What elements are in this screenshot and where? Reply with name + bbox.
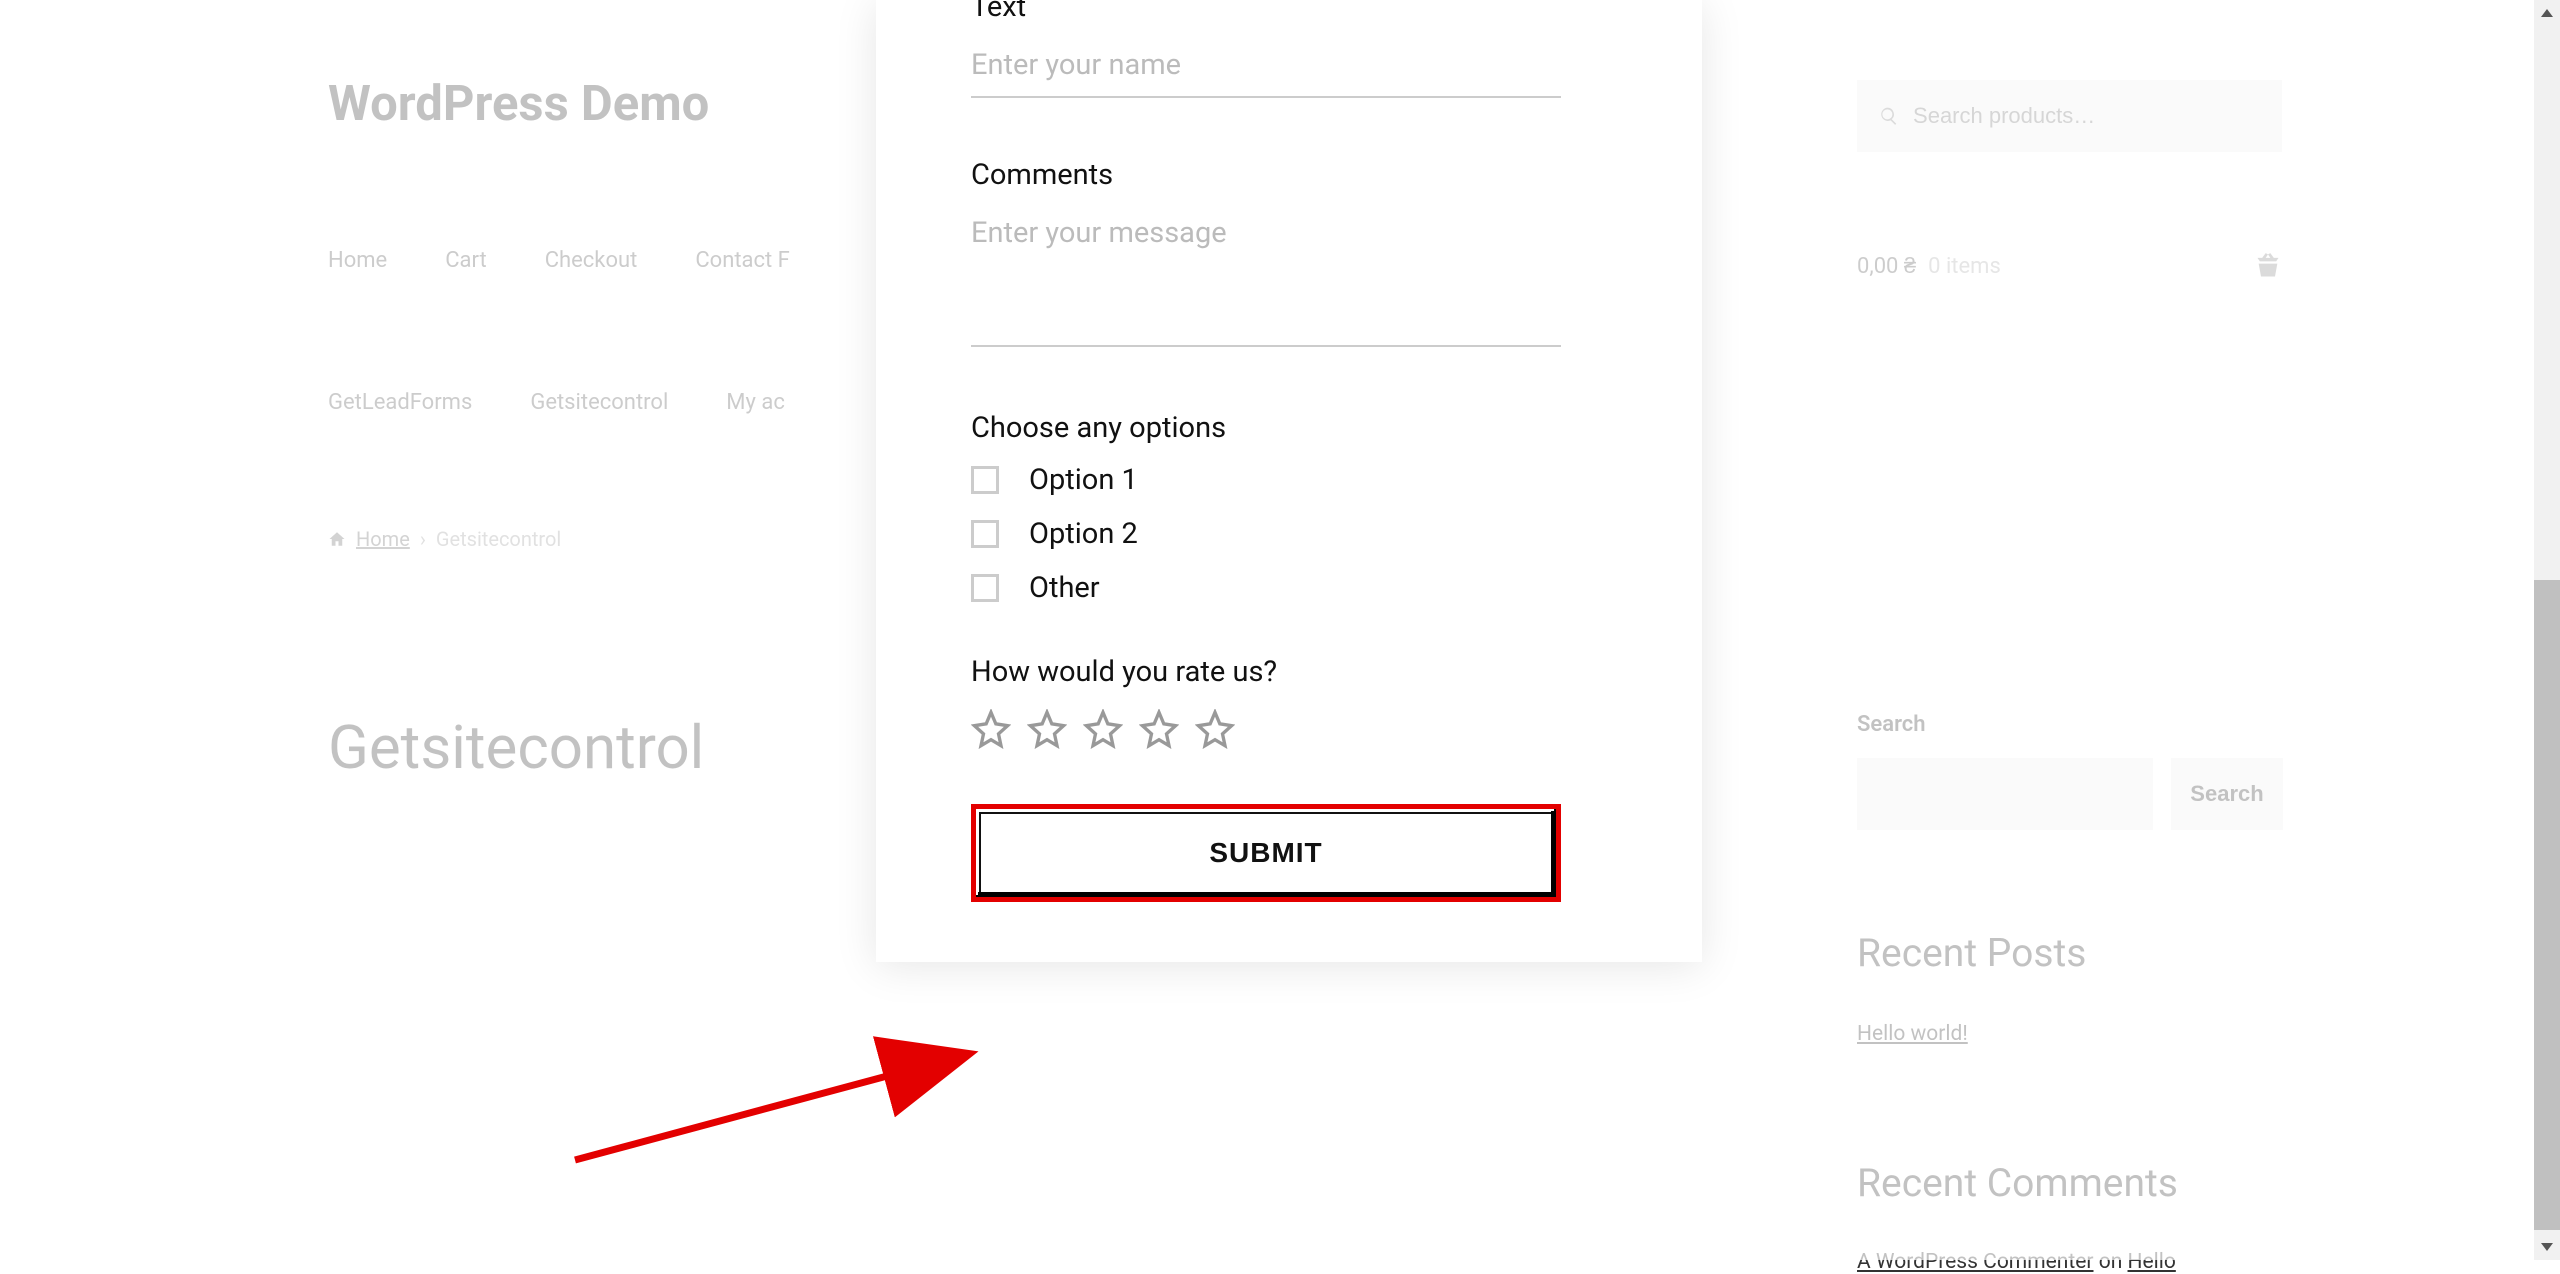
form-modal: Text Comments Choose any options Option … <box>876 0 1702 962</box>
star-icon[interactable] <box>1027 709 1067 749</box>
option-2-label: Option 2 <box>1029 517 1138 551</box>
checkbox-icon <box>971 574 999 602</box>
cart-price: 0,00 ₴ <box>1857 253 1916 279</box>
rating-stars <box>971 709 1607 749</box>
sidebar-search-label: Search <box>1857 712 1926 737</box>
star-icon[interactable] <box>1083 709 1123 749</box>
search-products-input[interactable] <box>1913 103 2260 129</box>
option-1-row[interactable]: Option 1 <box>971 463 1607 497</box>
nav-contact[interactable]: Contact F <box>695 248 790 273</box>
home-icon <box>328 530 346 548</box>
options-label: Choose any options <box>971 411 1607 445</box>
basket-icon <box>2254 252 2282 280</box>
recent-comments-heading: Recent Comments <box>1857 1160 2178 1206</box>
breadcrumb: Home › Getsitecontrol <box>328 527 561 551</box>
checkbox-icon <box>971 466 999 494</box>
rating-label: How would you rate us? <box>971 655 1607 689</box>
comments-textarea[interactable] <box>971 202 1561 347</box>
option-other-label: Other <box>1029 571 1100 605</box>
name-input[interactable] <box>971 34 1561 98</box>
scrollbar-down-button[interactable] <box>2534 1234 2560 1260</box>
search-products-box <box>1857 80 2282 152</box>
site-title: WordPress Demo <box>328 75 709 132</box>
nav-row-2: GetLeadForms Getsitecontrol My ac <box>328 390 785 415</box>
scrollbar-track[interactable] <box>2534 0 2560 1260</box>
option-2-row[interactable]: Option 2 <box>971 517 1607 551</box>
breadcrumb-sep: › <box>420 527 426 551</box>
recent-comment-author[interactable]: A WordPress Commenter <box>1857 1250 2094 1274</box>
sidebar-search-button[interactable]: Search <box>2171 758 2283 830</box>
nav-getsitecontrol[interactable]: Getsitecontrol <box>530 390 668 415</box>
checkbox-icon <box>971 520 999 548</box>
option-other-row[interactable]: Other <box>971 571 1607 605</box>
nav-getleadforms[interactable]: GetLeadForms <box>328 390 472 415</box>
scrollbar-up-button[interactable] <box>2534 0 2560 26</box>
nav-home[interactable]: Home <box>328 248 387 273</box>
search-icon <box>1879 105 1899 127</box>
sidebar-search-row: Search <box>1857 758 2283 830</box>
nav-myaccount[interactable]: My ac <box>726 390 785 415</box>
cart-summary[interactable]: 0,00 ₴ 0 items <box>1857 252 2282 280</box>
breadcrumb-home[interactable]: Home <box>356 527 410 551</box>
star-icon[interactable] <box>1139 709 1179 749</box>
scrollbar-thumb[interactable] <box>2534 580 2560 1230</box>
recent-posts-heading: Recent Posts <box>1857 930 2086 976</box>
option-1-label: Option 1 <box>1029 463 1138 497</box>
text-field-label: Text <box>971 0 1607 24</box>
cart-items: 0 items <box>1928 254 2001 279</box>
star-icon[interactable] <box>971 709 1011 749</box>
submit-button[interactable]: SUBMIT <box>979 812 1553 894</box>
star-icon[interactable] <box>1195 709 1235 749</box>
sidebar-search-input[interactable] <box>1857 758 2153 830</box>
breadcrumb-current: Getsitecontrol <box>436 527 561 551</box>
page-title: Getsitecontrol <box>328 712 704 783</box>
nav-cart[interactable]: Cart <box>445 248 486 273</box>
comments-field-label: Comments <box>971 158 1607 192</box>
recent-comment-post[interactable]: Hello <box>2128 1250 2176 1274</box>
recent-post-link[interactable]: Hello world! <box>1857 1022 1968 1046</box>
nav-checkout[interactable]: Checkout <box>545 248 638 273</box>
recent-comment-line: A WordPress Commenter on Hello <box>1857 1250 2176 1274</box>
submit-highlight: SUBMIT <box>971 804 1561 902</box>
